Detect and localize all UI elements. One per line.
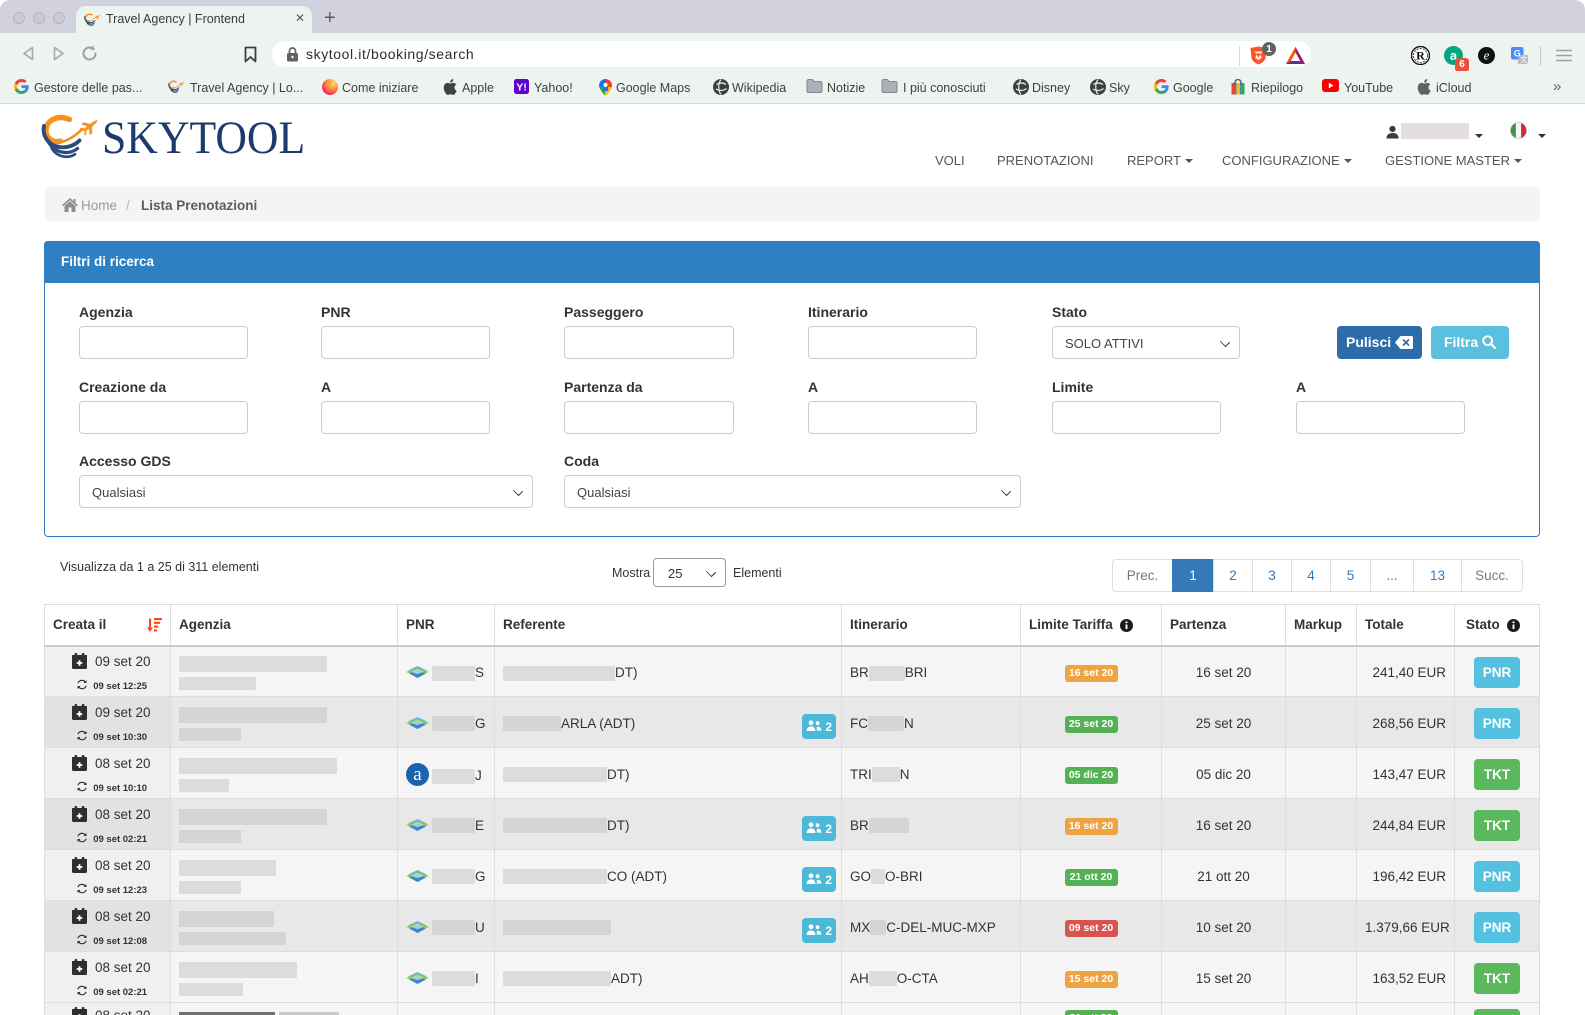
svg-text:a: a — [413, 764, 422, 785]
svg-text:R: R — [1416, 49, 1425, 63]
svg-text:Y!: Y! — [516, 81, 527, 93]
svg-text:文: 文 — [1520, 54, 1528, 64]
svg-text:e: e — [1484, 48, 1490, 63]
